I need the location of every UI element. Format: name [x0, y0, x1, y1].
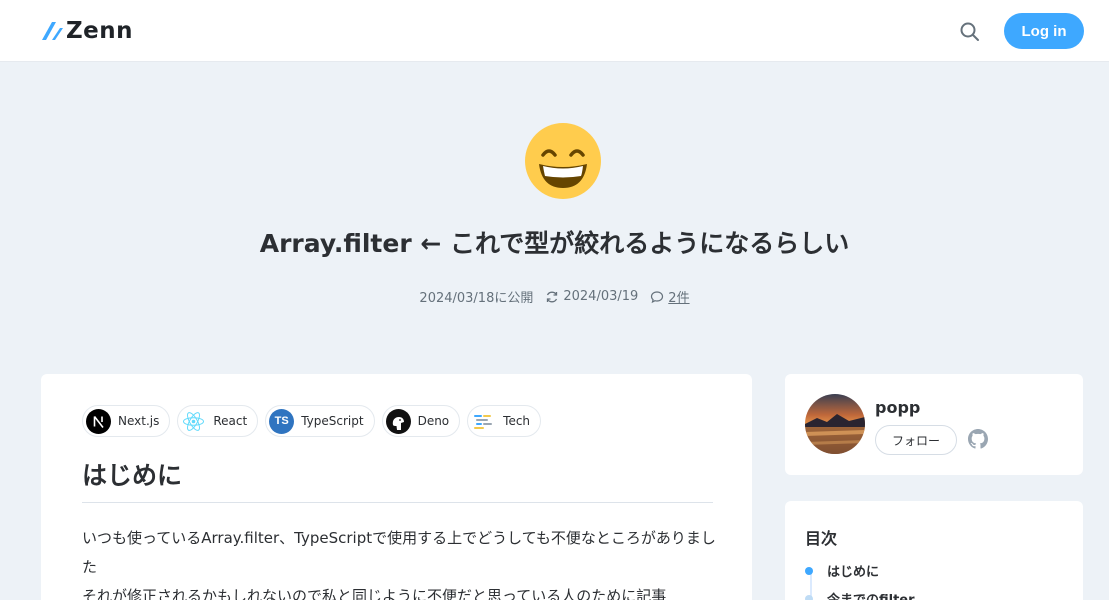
- article-meta: 2024/03/18に公開 2024/03/19 2件: [0, 287, 1109, 306]
- toc-item-active[interactable]: はじめに: [805, 561, 879, 580]
- topic-label: Next.js: [118, 414, 160, 428]
- zenn-logo-icon: [42, 22, 63, 40]
- github-icon[interactable]: [968, 429, 988, 449]
- topic-list: Next.js React TS TypeScript Deno Tech: [82, 405, 548, 437]
- toc-dot: [805, 594, 813, 600]
- toc-item-label: はじめに: [827, 565, 880, 580]
- paragraph: それが修正されるかもしれないので私と同じように不便だと思っている人のために記事: [82, 587, 667, 600]
- article-title: Array.filter ← これで型が絞れるようになるらしい: [259, 229, 850, 258]
- refresh-icon: [547, 291, 558, 302]
- search-icon: [960, 22, 979, 41]
- typescript-icon: TS: [269, 408, 295, 434]
- login-button[interactable]: Log in: [1004, 13, 1084, 49]
- toc-item-label: 今までのfilter: [827, 589, 915, 600]
- toc-item[interactable]: 今までのfilter: [805, 589, 915, 600]
- topic-label: Deno: [417, 414, 450, 428]
- topic-label: Tech: [503, 414, 531, 428]
- toc-dot-active: [805, 566, 813, 575]
- section-heading: はじめに: [82, 460, 713, 503]
- topic-label: React: [213, 414, 248, 428]
- comments-link[interactable]: 2件: [668, 287, 689, 306]
- paragraph: いつも使っているArray.filter、TypeScriptで使用する上でどう…: [82, 529, 716, 576]
- topic-nextjs[interactable]: Next.js: [82, 405, 171, 437]
- author-name[interactable]: popp: [875, 398, 920, 417]
- search-button[interactable]: [958, 20, 982, 44]
- topic-deno[interactable]: Deno: [381, 405, 461, 437]
- grinning-face-emoji-icon: [525, 123, 601, 199]
- logo-text: Zenn: [66, 18, 134, 44]
- toc-card: 目次 はじめに 今までのfilter: [785, 501, 1083, 600]
- article-card: Next.js React TS TypeScript Deno Tech はじ…: [41, 374, 752, 600]
- topic-typescript[interactable]: TS TypeScript: [265, 405, 375, 437]
- follow-button[interactable]: フォロー: [875, 425, 957, 455]
- updated-date-group: 2024/03/19: [545, 289, 638, 304]
- author-avatar[interactable]: [805, 394, 865, 454]
- comment-icon: [651, 290, 664, 303]
- react-icon: [181, 409, 206, 434]
- article-body: いつも使っているArray.filter、TypeScriptで使用する上でどう…: [82, 524, 722, 600]
- published-date: 2024/03/18に公開: [419, 291, 534, 306]
- nextjs-icon: [86, 408, 111, 434]
- toc-title: 目次: [805, 529, 838, 548]
- deno-icon: [385, 408, 411, 434]
- updated-date: 2024/03/19: [563, 289, 639, 304]
- topic-react[interactable]: React: [177, 405, 259, 437]
- topic-tech[interactable]: Tech: [467, 405, 542, 437]
- zenn-logo[interactable]: Zenn: [40, 18, 133, 44]
- comments-group[interactable]: 2件: [650, 287, 690, 306]
- tech-icon: [471, 409, 496, 434]
- site-header: Zenn Log in: [0, 0, 1109, 62]
- author-card: popp フォロー: [785, 374, 1083, 475]
- topic-label: TypeScript: [301, 414, 364, 428]
- typescript-icon-text: TS: [274, 415, 289, 427]
